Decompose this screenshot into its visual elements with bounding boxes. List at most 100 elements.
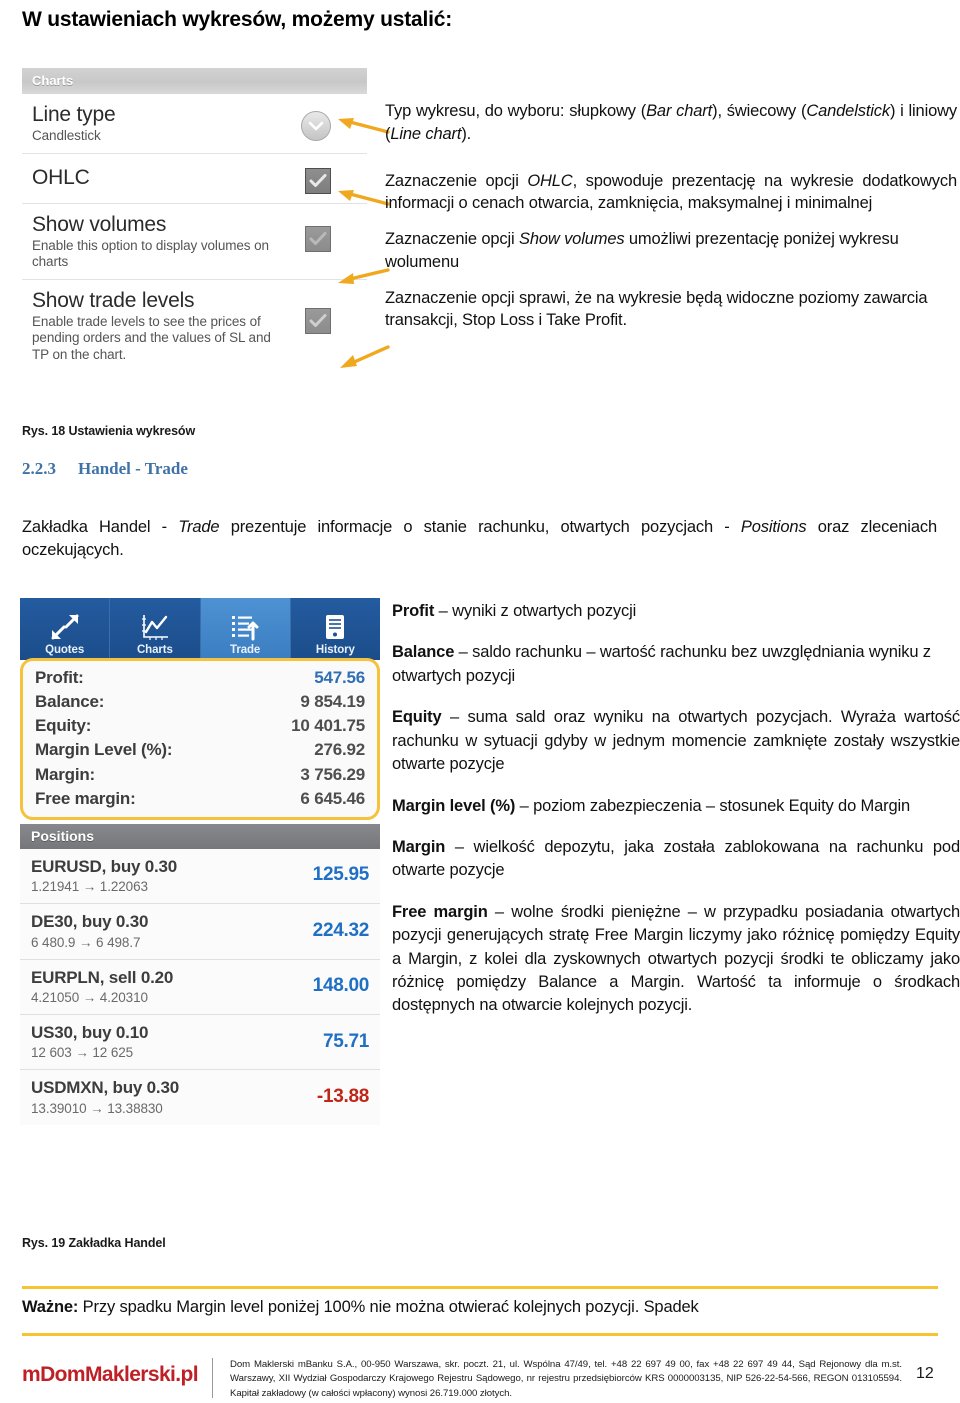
position-row[interactable]: EURUSD, buy 0.30 1.21941 → 1.22063 125.9… xyxy=(20,848,380,905)
footer-divider xyxy=(212,1358,213,1398)
account-row: Margin: 3 756.29 xyxy=(35,763,365,787)
definition-margin: Margin – wielkość depozytu, jaka została… xyxy=(392,837,960,880)
annotation-ohlc: Zaznaczenie opcji OHLC, spowoduje prezen… xyxy=(385,171,957,213)
annotation-show-trade-levels: Zaznaczenie opcji sprawi, że na wykresie… xyxy=(385,288,928,330)
account-label: Margin Level (%): xyxy=(35,740,173,760)
figure-18-caption: Rys. 18 Ustawienia wykresów xyxy=(22,424,196,438)
settings-row-show-trade-levels[interactable]: Show trade levels Enable trade levels to… xyxy=(22,280,367,373)
position-profit: 148.00 xyxy=(312,975,370,997)
position-prices: 12 603 → 12 625 xyxy=(31,1045,134,1061)
tab-trade[interactable]: Trade xyxy=(200,598,291,660)
callout-arrow-show-trade-levels xyxy=(332,341,390,369)
history-document-icon xyxy=(320,611,350,643)
position-row[interactable]: EURPLN, sell 0.20 4.21050 → 4.20310 148.… xyxy=(20,959,380,1015)
position-title: EURPLN, sell 0.20 xyxy=(31,967,174,987)
account-label: Margin: xyxy=(35,764,95,784)
position-prices: 1.21941 → 1.22063 xyxy=(31,879,148,895)
annotation-line-type: Typ wykresu, do wyboru: słupkowy (Bar ch… xyxy=(385,102,957,143)
app-tab-bar: Quotes Charts Trade History xyxy=(20,598,380,660)
important-note: Ważne: Przy spadku Margin level poniżej … xyxy=(22,1298,699,1316)
ohlc-checkbox[interactable] xyxy=(305,167,331,194)
line-type-dropdown[interactable] xyxy=(301,111,331,141)
position-title: US30, buy 0.10 xyxy=(31,1022,149,1042)
checkbox-checked-icon[interactable] xyxy=(305,167,331,194)
trade-list-arrow-icon xyxy=(230,611,260,643)
panel-title: Charts xyxy=(22,68,367,94)
settings-row-ohlc[interactable]: OHLC xyxy=(22,153,367,204)
position-title: EURUSD, buy 0.30 xyxy=(31,856,178,876)
positions-section-header: Positions xyxy=(20,823,380,849)
position-title: USDMXN, buy 0.30 xyxy=(31,1078,179,1098)
position-row[interactable]: US30, buy 0.10 12 603 → 12 625 75.71 xyxy=(20,1014,380,1071)
account-row: Profit: 547.56 xyxy=(35,666,365,690)
position-profit: 224.32 xyxy=(312,919,370,941)
account-row: Free margin: 6 645.46 xyxy=(35,787,365,811)
callout-arrow-ohlc xyxy=(332,186,390,208)
definition-profit: Profit – wyniki z otwartych pozycji xyxy=(392,602,637,620)
account-value: 547.56 xyxy=(314,668,365,687)
definition-free-margin: Free margin – wolne środki pieniężne – w… xyxy=(392,902,960,1015)
figure-18-annotations: Typ wykresu, do wyboru: słupkowy (Bar ch… xyxy=(385,100,957,345)
section-title: Handel - Trade xyxy=(78,459,188,478)
account-row: Margin Level (%): 276.92 xyxy=(35,738,365,762)
quotes-arrows-icon xyxy=(50,611,80,643)
footer-logo: mDomMaklerski.pl xyxy=(22,1363,199,1386)
account-row: Equity: 10 401.75 xyxy=(35,714,365,738)
settings-row-show-volumes[interactable]: Show volumes Enable this option to displ… xyxy=(22,203,367,281)
section-paragraph: Zakładka Handel - Trade prezentuje infor… xyxy=(22,518,937,560)
account-value: 9 854.19 xyxy=(300,692,365,712)
show-volumes-checkbox[interactable] xyxy=(305,225,331,252)
note-rule-top xyxy=(22,1286,938,1289)
definition-balance: Balance – saldo rachunku – wartość rachu… xyxy=(392,643,931,685)
checkbox-checked-icon[interactable] xyxy=(305,308,331,335)
position-profit: -13.88 xyxy=(316,1086,369,1107)
account-label: Free margin: xyxy=(35,788,136,808)
position-row[interactable]: DE30, buy 0.30 6 480.9 → 6 498.7 224.32 xyxy=(20,904,380,960)
section-heading: 2.2.3 Handel - Trade xyxy=(22,459,188,479)
position-row[interactable]: USDMXN, buy 0.30 13.39010 → 13.38830 -13… xyxy=(20,1070,380,1125)
position-prices: 6 480.9 → 6 498.7 xyxy=(31,934,141,950)
position-prices: 13.39010 → 13.38830 xyxy=(31,1100,163,1116)
document-page: W ustawieniach wykresów, możemy ustalić:… xyxy=(0,0,960,1403)
tab-label: History xyxy=(315,644,355,656)
show-trade-levels-checkbox[interactable] xyxy=(305,308,331,335)
account-value: 10 401.75 xyxy=(291,716,365,736)
tab-history[interactable]: History xyxy=(290,598,380,660)
account-label: Profit: xyxy=(35,668,84,687)
settings-row-line-type[interactable]: Line type Candlestick xyxy=(22,94,367,154)
tab-charts[interactable]: Charts xyxy=(110,598,201,660)
checkbox-checked-icon[interactable] xyxy=(305,225,331,252)
account-summary-box: Profit: 547.56 Balance: 9 854.19 Equity:… xyxy=(20,658,380,820)
position-profit: 125.95 xyxy=(312,864,370,886)
position-title: DE30, buy 0.30 xyxy=(31,912,149,932)
callout-arrow-line-type xyxy=(332,114,390,136)
line-chart-icon xyxy=(140,611,170,643)
definition-margin-level: Margin level (%) – poziom zabezpieczenia… xyxy=(392,796,911,815)
note-rule-bottom xyxy=(22,1333,938,1336)
chart-settings-panel: Charts Line type Candlestick OHLC Show v… xyxy=(22,68,367,373)
definition-equity: Equity – suma sald oraz wyniku na otwart… xyxy=(392,708,960,774)
tab-label: Quotes xyxy=(45,644,85,656)
figure-19-caption: Rys. 19 Zakładka Handel xyxy=(22,1236,166,1250)
trade-app-screenshot: Quotes Charts Trade History Profit: 547.… xyxy=(20,598,380,1125)
account-label: Balance: xyxy=(35,692,105,712)
account-value: 3 756.29 xyxy=(300,764,365,784)
position-prices: 4.21050 → 4.20310 xyxy=(31,989,148,1005)
footer-legal-text: Dom Maklerski mBanku S.A., 00-950 Warsza… xyxy=(230,1359,902,1399)
account-value: 6 645.46 xyxy=(300,788,365,808)
page-intro-heading: W ustawieniach wykresów, możemy ustalić: xyxy=(22,8,453,31)
settings-row-subtitle: Enable trade levels to see the prices of… xyxy=(32,313,271,362)
annotation-show-volumes: Zaznaczenie opcji Show volumes umożliwi … xyxy=(385,230,899,271)
section-number: 2.2.3 xyxy=(22,459,56,478)
account-field-definitions: Profit – wyniki z otwartych pozycji Bala… xyxy=(392,600,960,1036)
account-row: Balance: 9 854.19 xyxy=(35,690,365,714)
tab-label: Trade xyxy=(230,644,261,656)
account-value: 276.92 xyxy=(314,740,365,760)
tab-quotes[interactable]: Quotes xyxy=(20,598,111,660)
chevron-down-icon[interactable] xyxy=(301,111,331,141)
page-number: 12 xyxy=(916,1365,934,1382)
settings-row-subtitle: Enable this option to display volumes on… xyxy=(32,237,269,269)
position-profit: 75.71 xyxy=(322,1030,369,1052)
tab-label: Charts xyxy=(136,644,173,656)
account-label: Equity: xyxy=(35,716,92,736)
